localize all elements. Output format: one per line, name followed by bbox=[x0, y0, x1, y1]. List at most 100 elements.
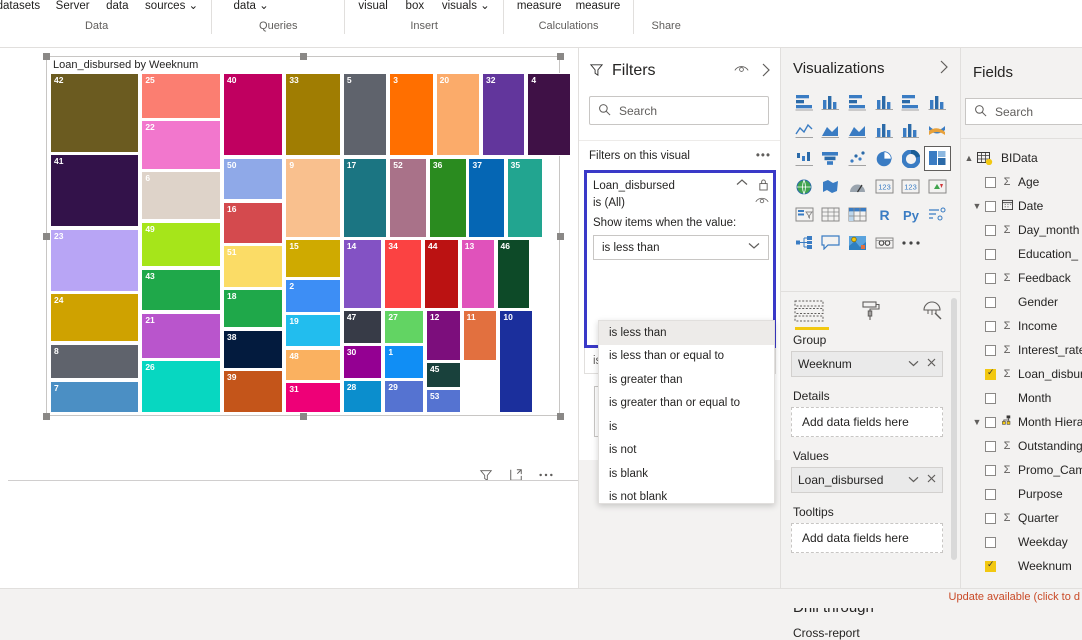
card-icon[interactable]: 123 bbox=[871, 174, 898, 199]
treemap-tile[interactable]: 3 bbox=[389, 73, 433, 156]
100-stacked-bar-chart-icon[interactable] bbox=[897, 90, 924, 115]
well-group[interactable]: Weeknum bbox=[791, 351, 943, 377]
field-row-day-month[interactable]: ΣDay_month bbox=[961, 218, 1082, 242]
clustered-column-chart-icon[interactable] bbox=[871, 90, 898, 115]
ribbon-button-new-visual[interactable]: Newvisual bbox=[351, 0, 394, 12]
condition-option-is[interactable]: is bbox=[599, 415, 774, 439]
treemap-tile[interactable]: 15 bbox=[285, 239, 341, 278]
visual-type-gallery[interactable]: 123123RPy bbox=[791, 90, 951, 255]
treemap-tile[interactable]: 45 bbox=[426, 362, 461, 388]
lock-icon[interactable] bbox=[758, 178, 769, 194]
key-influencers-icon[interactable] bbox=[924, 202, 951, 227]
field-checkbox[interactable] bbox=[985, 465, 996, 476]
field-row-weekday[interactable]: Weekday bbox=[961, 530, 1082, 554]
field-checkbox[interactable] bbox=[985, 489, 996, 500]
fields-list[interactable]: ▲BIDataΣAge▼DateΣDay_monthEducation_ΣFee… bbox=[961, 146, 1082, 578]
condition-option-is-greater-than[interactable]: is greater than bbox=[599, 368, 774, 392]
field-row-education[interactable]: Education_ bbox=[961, 242, 1082, 266]
update-available-link[interactable]: Update available (click to d bbox=[949, 591, 1080, 603]
treemap-tile[interactable]: 11 bbox=[463, 310, 498, 361]
well-tooltips[interactable]: Add data fields here bbox=[791, 523, 943, 553]
field-checkbox[interactable] bbox=[985, 417, 996, 428]
treemap-tile[interactable]: 24 bbox=[50, 293, 139, 342]
ribbon-button-enter-data[interactable]: Enterdata bbox=[97, 0, 139, 12]
treemap-tile[interactable]: 22 bbox=[141, 120, 221, 169]
decomposition-tree-icon[interactable] bbox=[791, 230, 818, 255]
well-values[interactable]: Loan_disbursed bbox=[791, 467, 943, 493]
treemap-tile[interactable]: 33 bbox=[285, 73, 341, 156]
treemap-tile[interactable]: 27 bbox=[384, 310, 424, 344]
remove-field-icon[interactable] bbox=[927, 474, 936, 486]
arcgis-maps-icon[interactable] bbox=[844, 230, 871, 255]
stacked-bar-chart-icon[interactable] bbox=[791, 90, 818, 115]
matrix-icon[interactable] bbox=[844, 202, 871, 227]
field-checkbox[interactable] bbox=[985, 393, 996, 404]
field-row-interest-rate[interactable]: ΣInterest_rate bbox=[961, 338, 1082, 362]
report-canvas[interactable]: Loan_disbursed by Weeknum 42412324872522… bbox=[0, 48, 578, 608]
line-stacked-column-chart-icon[interactable] bbox=[871, 118, 898, 143]
chevron-right-icon[interactable] bbox=[761, 63, 771, 80]
treemap-tile[interactable]: 12 bbox=[426, 310, 461, 361]
resize-handle-top-center[interactable] bbox=[300, 53, 307, 60]
treemap-tile[interactable]: 51 bbox=[223, 245, 283, 288]
treemap-tile[interactable]: 32 bbox=[482, 73, 525, 156]
treemap-tile[interactable]: 53 bbox=[426, 389, 461, 413]
field-row-quarter[interactable]: ΣQuarter bbox=[961, 506, 1082, 530]
treemap-tile[interactable]: 7 bbox=[50, 381, 139, 413]
field-row-gender[interactable]: Gender bbox=[961, 290, 1082, 314]
field-row-month-hierarchy[interactable]: ▼Month Hierarchy bbox=[961, 410, 1082, 434]
ribbon-chart-icon[interactable] bbox=[924, 118, 951, 143]
field-wells[interactable]: GroupWeeknumDetailsAdd data fields hereV… bbox=[781, 333, 953, 565]
treemap-tile[interactable]: 44 bbox=[424, 239, 459, 309]
field-checkbox[interactable] bbox=[985, 177, 996, 188]
eye-icon[interactable] bbox=[755, 196, 769, 209]
field-checkbox[interactable] bbox=[985, 369, 996, 380]
r-script-visual-icon[interactable]: R bbox=[871, 202, 898, 227]
chevron-up-icon[interactable]: ▲ bbox=[961, 153, 977, 163]
filter-card-loan-disbursed[interactable]: Loan_disbursed is (All) Show items when … bbox=[584, 170, 776, 348]
condition-option-is-less-than[interactable]: is less than bbox=[599, 321, 774, 345]
condition-option-is-not[interactable]: is not bbox=[599, 439, 774, 463]
chevron-right-icon[interactable] bbox=[939, 60, 949, 77]
treemap-tile[interactable]: 1 bbox=[384, 345, 424, 378]
chevron-down-icon[interactable]: ▼ bbox=[969, 201, 985, 211]
treemap-tile[interactable]: 8 bbox=[50, 344, 139, 380]
treemap-tile[interactable]: 23 bbox=[50, 229, 139, 292]
field-checkbox[interactable] bbox=[985, 321, 996, 332]
treemap-tile[interactable]: 21 bbox=[141, 313, 221, 359]
table-icon[interactable] bbox=[818, 202, 845, 227]
condition-option-is-not-blank[interactable]: is not blank bbox=[599, 486, 774, 510]
paint-roller-icon[interactable] bbox=[855, 296, 887, 326]
field-checkbox[interactable] bbox=[985, 537, 996, 548]
map-icon[interactable] bbox=[791, 174, 818, 199]
line-clustered-column-chart-icon[interactable] bbox=[897, 118, 924, 143]
resize-handle-left[interactable] bbox=[43, 233, 50, 240]
chevron-down-icon[interactable] bbox=[908, 474, 919, 486]
treemap-tile[interactable]: 5 bbox=[343, 73, 387, 156]
python-visual-icon[interactable]: Py bbox=[897, 202, 924, 227]
well-details[interactable]: Add data fields here bbox=[791, 407, 943, 437]
slicer-icon[interactable] bbox=[791, 202, 818, 227]
treemap-tile[interactable]: 49 bbox=[141, 222, 221, 268]
field-checkbox[interactable] bbox=[985, 441, 996, 452]
treemap-tile[interactable]: 31 bbox=[285, 382, 341, 413]
remove-field-icon[interactable] bbox=[927, 358, 936, 370]
waterfall-chart-icon[interactable] bbox=[791, 146, 818, 171]
stacked-column-chart-icon[interactable] bbox=[818, 90, 845, 115]
field-checkbox[interactable] bbox=[985, 513, 996, 524]
field-row-purpose[interactable]: Purpose bbox=[961, 482, 1082, 506]
fields-well-icon[interactable] bbox=[793, 296, 825, 326]
resize-handle-top-right[interactable] bbox=[557, 53, 564, 60]
treemap-tile[interactable]: 52 bbox=[389, 158, 427, 238]
treemap-tile[interactable]: 2 bbox=[285, 279, 341, 312]
field-checkbox[interactable] bbox=[985, 345, 996, 356]
ribbon-button-more-visuals[interactable]: Morevisuals ⌄ bbox=[435, 0, 497, 12]
resize-handle-bottom-right[interactable] bbox=[557, 413, 564, 420]
treemap-icon[interactable] bbox=[924, 146, 951, 171]
treemap-tile[interactable]: 43 bbox=[141, 269, 221, 312]
treemap-tile[interactable]: 9 bbox=[285, 158, 341, 238]
condition-option-is-greater-than-or-equal-to[interactable]: is greater than or equal to bbox=[599, 392, 774, 416]
treemap-tile[interactable]: 29 bbox=[384, 380, 424, 413]
more-visuals-icon[interactable] bbox=[897, 230, 924, 255]
treemap-tile[interactable]: 46 bbox=[497, 239, 531, 309]
